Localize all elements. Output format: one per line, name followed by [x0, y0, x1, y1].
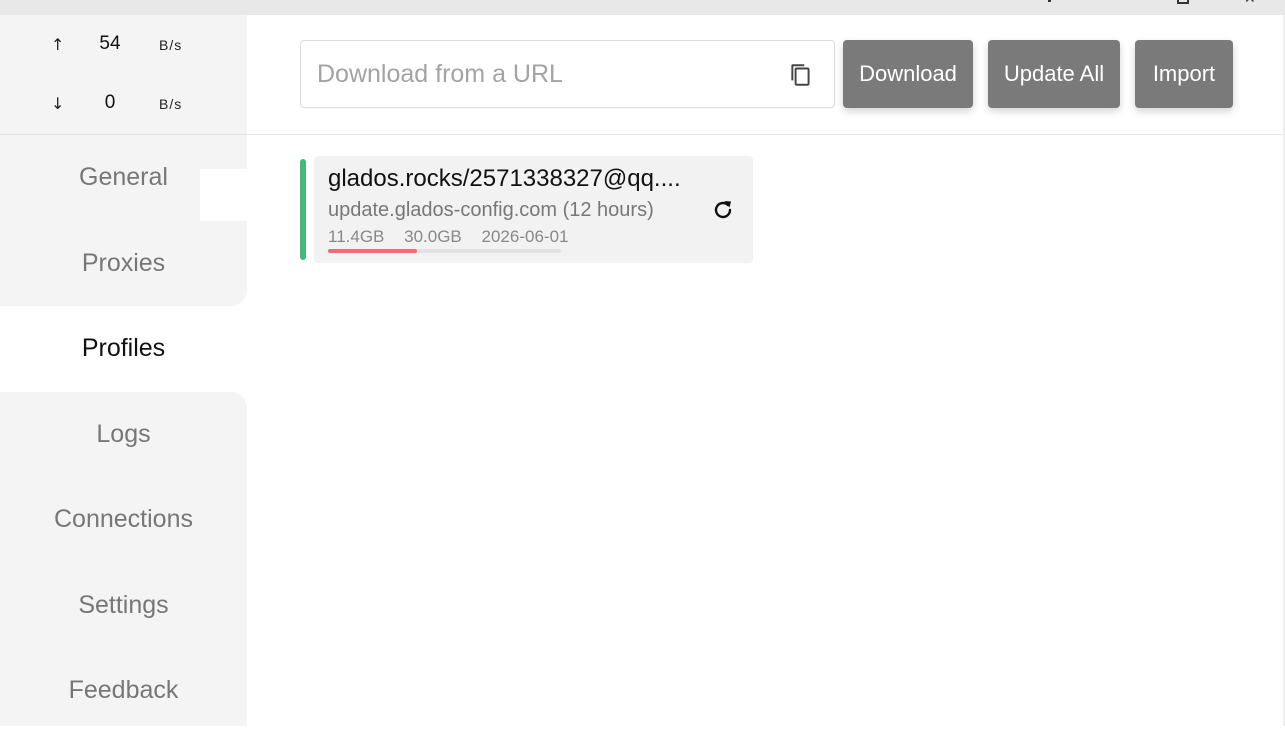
sidebar-item-label: Feedback: [68, 676, 179, 705]
sidebar-item-label: Profiles: [81, 334, 166, 363]
sidebar-nav: General Proxies Profiles Logs Connection…: [0, 135, 247, 734]
import-button[interactable]: Import: [1135, 40, 1233, 108]
sidebar: ↑ 54 B/s ↓ 0 B/s General Proxies Profile…: [0, 15, 247, 726]
profile-source: update.glados-config.com (12 hours): [328, 199, 654, 221]
download-arrow-icon: ↓: [51, 94, 65, 113]
sidebar-item-label: Connections: [54, 505, 193, 534]
sidebar-item-profiles[interactable]: Profiles: [0, 306, 247, 392]
upload-speed-row: ↑ 54 B/s: [0, 33, 247, 57]
profile-stats: 11.4GB 30.0GB 2026-06-01: [328, 227, 583, 247]
copy-icon[interactable]: [788, 61, 814, 89]
close-icon[interactable]: ✕: [1244, 0, 1256, 7]
download-speed-unit: B/s: [159, 96, 183, 112]
sidebar-item-feedback[interactable]: Feedback: [0, 648, 247, 734]
profile-expire-date: 2026-06-01: [481, 227, 569, 246]
usage-progress-fill: [328, 249, 417, 253]
sidebar-item-label: Logs: [96, 419, 151, 448]
url-input[interactable]: Download from a URL: [300, 40, 835, 108]
upload-arrow-icon: ↑: [51, 35, 65, 54]
profile-card[interactable]: glados.rocks/2571338327@qq.... update.gl…: [300, 156, 753, 263]
sidebar-item-connections[interactable]: Connections: [0, 477, 247, 563]
sidebar-item-proxies[interactable]: Proxies: [0, 220, 247, 306]
refresh-icon[interactable]: [711, 198, 735, 222]
traffic-panel: ↑ 54 B/s ↓ 0 B/s: [0, 15, 247, 135]
sidebar-item-settings[interactable]: Settings: [0, 563, 247, 649]
main-content: Download from a URL Download Update All …: [247, 15, 1285, 726]
upload-speed-unit: B/s: [159, 37, 183, 53]
upload-speed-value: 54: [99, 33, 121, 54]
sidebar-item-label: General: [79, 163, 168, 192]
maximize-icon[interactable]: [1177, 0, 1189, 4]
update-all-button[interactable]: Update All: [988, 40, 1120, 108]
download-speed-row: ↓ 0 B/s: [0, 92, 247, 116]
profile-total-traffic: 30.0GB: [404, 227, 462, 246]
download-button[interactable]: Download: [843, 40, 973, 108]
url-input-placeholder: Download from a URL: [317, 60, 563, 88]
usage-progress-bar: [328, 249, 561, 253]
sidebar-item-label: Settings: [78, 590, 169, 619]
profiles-toolbar: Download from a URL Download Update All …: [247, 15, 1283, 135]
sidebar-item-label: Proxies: [81, 248, 166, 277]
window-titlebar: ✕: [0, 0, 1285, 15]
sidebar-item-logs[interactable]: Logs: [0, 391, 247, 477]
profile-card-body[interactable]: glados.rocks/2571338327@qq.... update.gl…: [314, 156, 753, 263]
profile-used-traffic: 11.4GB: [328, 227, 385, 246]
profile-name: glados.rocks/2571338327@qq....: [328, 165, 681, 192]
titlebar-fragment-icon: [1048, 0, 1051, 2]
selected-indicator: [300, 159, 306, 260]
download-speed-value: 0: [104, 92, 116, 113]
sidebar-item-general[interactable]: General: [0, 135, 247, 221]
